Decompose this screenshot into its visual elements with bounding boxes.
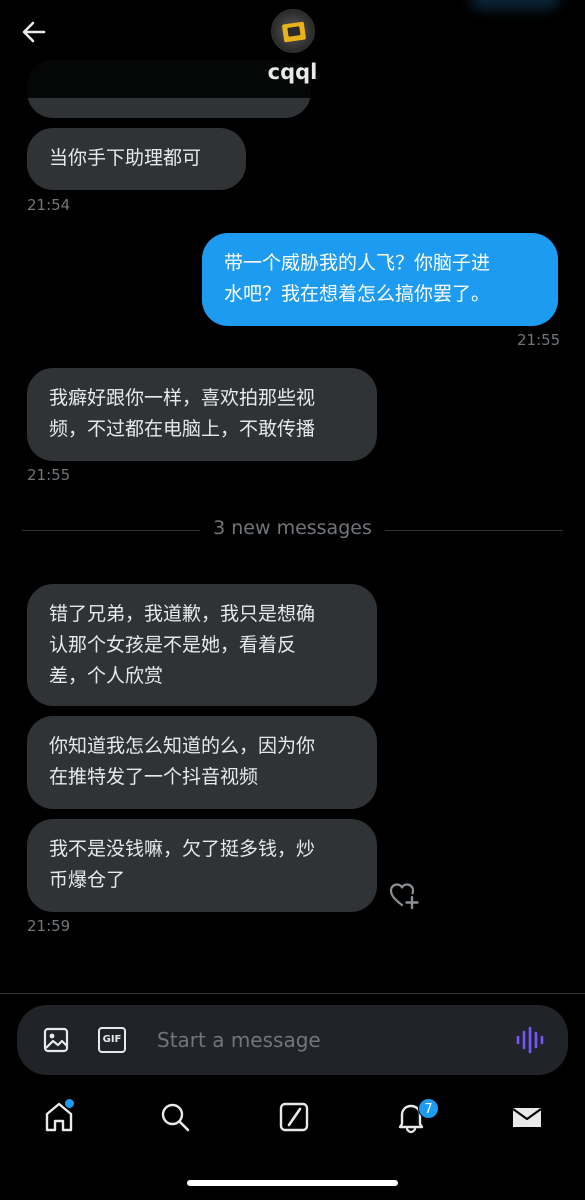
message-line: 错了兄弟，我道歉，我只是想确 bbox=[49, 603, 316, 625]
avatar[interactable] bbox=[271, 9, 315, 53]
conversation-username[interactable]: cqql bbox=[0, 60, 585, 84]
back-arrow-icon[interactable] bbox=[18, 16, 50, 48]
message-bubble-incoming[interactable]: 错了兄弟，我道歉，我只是想确 认那个女孩是不是她，看着反 差，个人欣赏 bbox=[27, 584, 377, 706]
new-messages-label: 3 new messages bbox=[200, 517, 385, 539]
message-line: 我癖好跟你一样，喜欢拍那些视 bbox=[49, 387, 316, 409]
grok-icon[interactable] bbox=[277, 1100, 311, 1134]
voice-waveform-icon[interactable] bbox=[515, 1026, 545, 1054]
message-line: 差，个人欣赏 bbox=[49, 665, 164, 687]
image-icon[interactable] bbox=[42, 1026, 70, 1054]
message-bubble-incoming[interactable]: 我癖好跟你一样，喜欢拍那些视 频，不过都在电脑上，不敢传播 bbox=[27, 368, 377, 461]
message-timestamp: 21:55 bbox=[27, 466, 71, 484]
message-bubble-incoming[interactable]: 当你手下助理都可 bbox=[27, 128, 246, 190]
message-text: 当你手下助理都可 bbox=[49, 147, 202, 169]
gif-button[interactable]: GIF bbox=[98, 1027, 126, 1053]
message-timestamp: 21:59 bbox=[27, 917, 71, 935]
search-icon[interactable] bbox=[158, 1100, 192, 1134]
message-bubble-incoming[interactable]: 我不是没钱嘛，欠了挺多钱，炒 币爆仓了 bbox=[27, 819, 377, 912]
message-line: 认那个女孩是不是她，看着反 bbox=[49, 634, 297, 656]
message-line: 带一个威胁我的人飞？你脑子进 bbox=[224, 252, 491, 274]
message-bubble-incoming[interactable]: 你知道我怎么知道的么，因为你 在推特发了一个抖音视频 bbox=[27, 716, 377, 809]
message-line: 我不是没钱嘛，欠了挺多钱，炒 bbox=[49, 838, 316, 860]
add-reaction-heart-icon[interactable] bbox=[388, 880, 420, 910]
avatar-sign-graphic bbox=[281, 21, 307, 43]
message-line: 你知道我怎么知道的么，因为你 bbox=[49, 735, 316, 757]
conversation-header: cqql bbox=[0, 0, 585, 98]
header-glow bbox=[470, 0, 560, 10]
message-line: 在推特发了一个抖音视频 bbox=[49, 766, 259, 788]
message-input[interactable] bbox=[157, 1025, 487, 1055]
message-timestamp: 21:55 bbox=[517, 331, 561, 349]
message-line: 水吧？我在想着怎么搞你罢了。 bbox=[224, 283, 491, 305]
home-unread-dot bbox=[65, 1099, 74, 1108]
mail-icon[interactable] bbox=[510, 1100, 544, 1134]
composer-divider bbox=[0, 993, 585, 994]
message-line: 币爆仓了 bbox=[49, 869, 126, 891]
message-line: 频，不过都在电脑上，不敢传播 bbox=[49, 418, 316, 440]
home-indicator bbox=[187, 1180, 398, 1186]
message-bubble-outgoing[interactable]: 带一个威胁我的人飞？你脑子进 水吧？我在想着怎么搞你罢了。 bbox=[202, 233, 558, 326]
message-composer: GIF bbox=[17, 1005, 568, 1075]
message-timestamp: 21:54 bbox=[27, 196, 71, 214]
notification-count-badge: 7 bbox=[418, 1098, 439, 1119]
